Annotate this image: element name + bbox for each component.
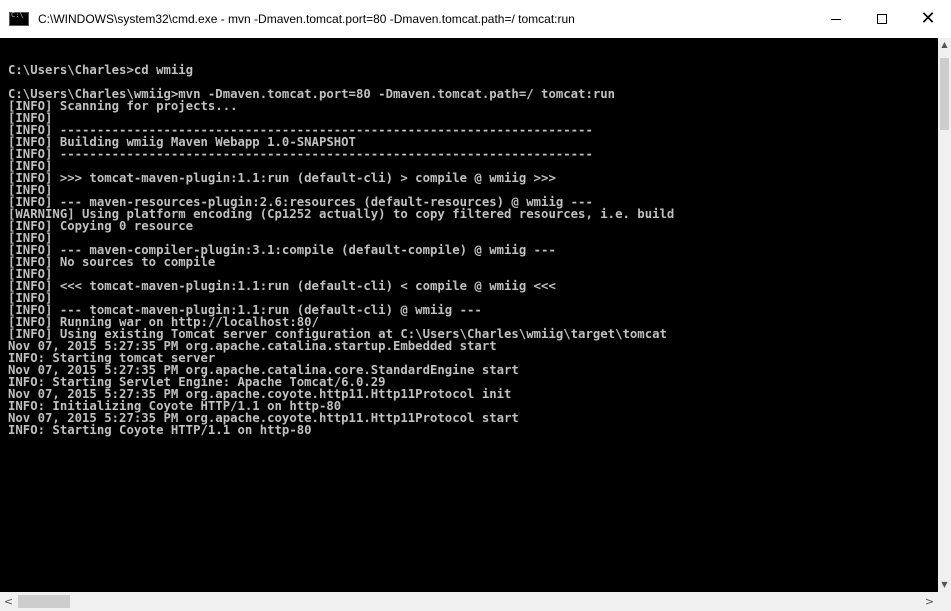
scroll-down-icon[interactable]: ▼	[938, 578, 951, 592]
window-title: C:\WINDOWS\system32\cmd.exe - mvn -Dmave…	[38, 12, 575, 26]
horizontal-scroll-thumb[interactable]	[18, 595, 70, 608]
scroll-right-icon[interactable]: >	[921, 592, 938, 611]
close-icon: ✕	[920, 8, 936, 29]
console-line: [INFO] <<< tomcat-maven-plugin:1.1:run (…	[8, 279, 556, 293]
console-line: [INFO] Copying 0 resource	[8, 219, 194, 233]
maximize-button[interactable]	[859, 0, 905, 38]
cmd-icon[interactable]	[9, 11, 29, 26]
vertical-scrollbar[interactable]: ▲ ▼	[938, 38, 951, 592]
title-bar[interactable]: C:\WINDOWS\system32\cmd.exe - mvn -Dmave…	[0, 0, 951, 38]
minimize-button[interactable]	[813, 0, 859, 38]
maximize-icon	[877, 14, 887, 24]
cmd-window: C:\WINDOWS\system32\cmd.exe - mvn -Dmave…	[0, 0, 951, 611]
scroll-up-icon[interactable]: ▲	[938, 38, 951, 52]
console-line: INFO: Starting Coyote HTTP/1.1 on http-8…	[8, 423, 312, 437]
window-controls: ✕	[813, 0, 951, 38]
scrollbar-corner	[938, 592, 951, 611]
close-button[interactable]: ✕	[905, 0, 951, 38]
console-line: C:\Users\Charles>cd wmiig	[8, 63, 194, 77]
console-line: [INFO] Scanning for projects...	[8, 99, 238, 113]
console-line: [INFO] No sources to compile	[8, 255, 216, 269]
scroll-left-icon[interactable]: <	[0, 592, 17, 611]
vertical-scroll-thumb[interactable]	[940, 58, 949, 130]
horizontal-scrollbar[interactable]: < >	[0, 592, 951, 611]
minimize-icon	[831, 18, 841, 20]
console-output[interactable]: C:\Users\Charles>cd wmiig C:\Users\Charle…	[0, 38, 938, 592]
console-line: [INFO] >>> tomcat-maven-plugin:1.1:run (…	[8, 171, 556, 185]
console-line: [INFO] ---------------------------------…	[8, 147, 593, 161]
